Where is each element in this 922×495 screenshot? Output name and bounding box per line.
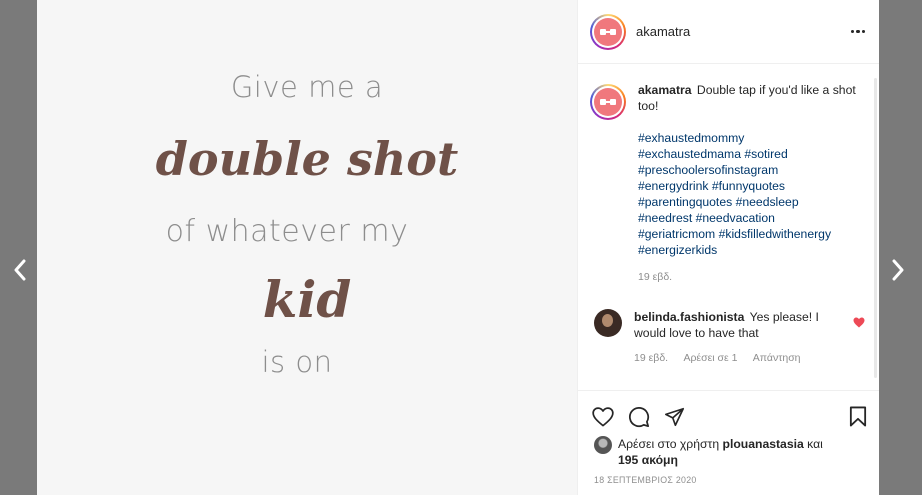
logo-icon (600, 28, 616, 35)
commenter-avatar[interactable] (594, 309, 622, 337)
comment-like-button[interactable] (853, 309, 865, 341)
likes-conjunction: και (807, 437, 823, 451)
caption-username[interactable]: akamatra (638, 83, 692, 97)
hashtag[interactable]: #exhaustedmommy (638, 130, 865, 146)
comment-meta: 19 εβδ. Αρέσει σε 1 Απάντηση (634, 352, 865, 364)
hashtag[interactable]: #exchaustedmama #sotired (638, 146, 865, 162)
share-icon (664, 407, 685, 426)
heart-filled-icon (853, 317, 865, 328)
liker-username[interactable]: plouanastasia (723, 437, 804, 451)
liker-avatar[interactable] (594, 436, 612, 454)
previous-post-button[interactable] (8, 255, 32, 285)
post-header: akamatra (578, 0, 879, 64)
hashtag-list: #exhaustedmommy #exchaustedmama #sotired… (638, 130, 865, 258)
comment-username[interactable]: belinda.fashionista (634, 310, 744, 324)
heart-icon (592, 406, 614, 426)
bookmark-icon (849, 406, 867, 427)
logo-icon (600, 99, 616, 105)
post-modal: Give me a double shot of whatever my kid… (37, 0, 879, 495)
comment-row: belinda.fashionista Yes please! I would … (590, 309, 865, 341)
hashtag[interactable]: #geriatricmom #kidsfilledwithenergy (638, 226, 865, 242)
caption-avatar[interactable] (590, 84, 626, 120)
hashtag[interactable]: #energizerkids (638, 242, 865, 258)
comments-scrollbar[interactable] (874, 78, 877, 378)
caption-age[interactable]: 19 εβδ. (638, 271, 672, 283)
hashtag[interactable]: #energydrink #funnyquotes (638, 178, 865, 194)
quote-line-2: double shot (155, 132, 459, 186)
comments-list[interactable]: akamatra Double tap if you'd like a shot… (578, 64, 879, 390)
quote-line-1: Give me a (230, 70, 384, 104)
quote-line-5: is on (261, 345, 333, 379)
header-username[interactable]: akamatra (636, 24, 690, 39)
likes-summary: Αρέσει στο χρήστη plouanastasia και 195 … (578, 434, 879, 468)
quote-line-3: of whatever my (165, 214, 409, 249)
action-bar (578, 390, 879, 434)
quote-line-4: kid (262, 270, 352, 329)
hashtag[interactable]: #preschoolersofinstagram (638, 162, 865, 178)
likes-prefix: Αρέσει στο χρήστη (618, 437, 720, 451)
comment-icon (629, 406, 650, 427)
comment-button[interactable] (628, 406, 650, 428)
post-sidebar: akamatra akamatra Double tap if you'd li… (577, 0, 879, 495)
post-date[interactable]: 18 ΣΕΠΤΕΜΒΡΙΟΣ 2020 (578, 468, 879, 485)
next-post-button[interactable] (886, 255, 910, 285)
more-icon (850, 29, 865, 34)
hashtag[interactable]: #needrest #needvacation (638, 210, 865, 226)
comment-likes[interactable]: Αρέσει σε 1 (683, 352, 737, 364)
likes-count[interactable]: 195 ακόμη (618, 453, 678, 467)
caption-row: akamatra Double tap if you'd like a shot… (590, 83, 865, 285)
hashtag[interactable]: #parentingquotes #needsleep (638, 194, 865, 210)
share-button[interactable] (664, 407, 685, 427)
comment-age[interactable]: 19 εβδ. (634, 352, 668, 364)
post-image[interactable]: Give me a double shot of whatever my kid… (37, 0, 577, 495)
chevron-right-icon (892, 259, 904, 281)
chevron-left-icon (14, 259, 26, 281)
more-options-button[interactable] (850, 29, 865, 34)
save-button[interactable] (849, 406, 867, 427)
reply-button[interactable]: Απάντηση (753, 352, 801, 364)
like-button[interactable] (592, 406, 614, 427)
avatar[interactable] (590, 13, 626, 50)
